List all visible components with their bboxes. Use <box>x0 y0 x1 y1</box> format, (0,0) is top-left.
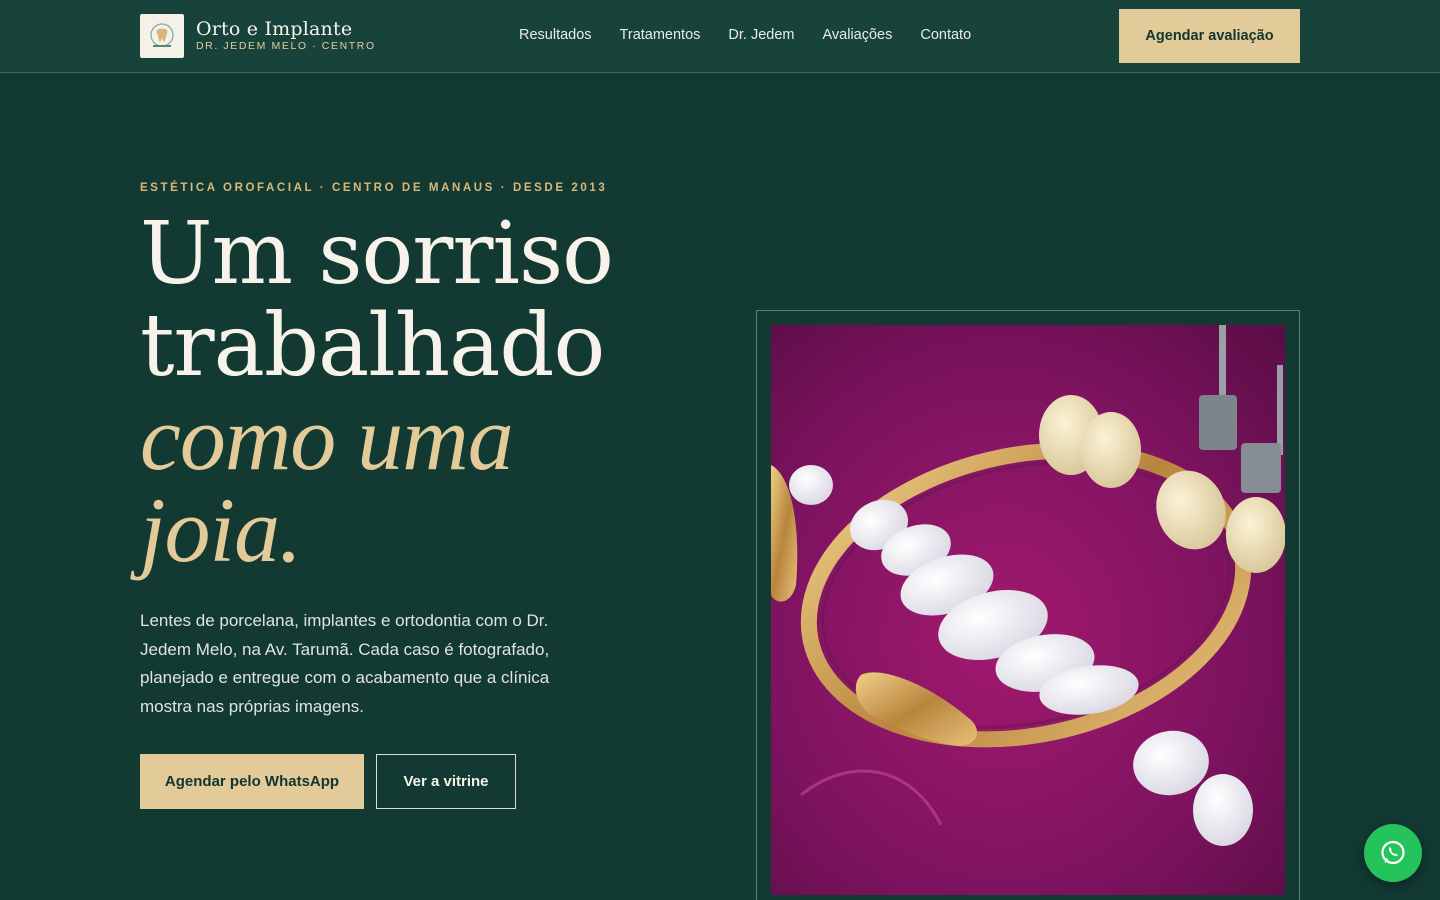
view-showcase-button[interactable]: Ver a vitrine <box>376 754 516 809</box>
main-nav: Resultados Tratamentos Dr. Jedem Avaliaç… <box>519 27 999 43</box>
nav-link-tratamentos[interactable]: Tratamentos <box>620 27 701 43</box>
tooth-logo-icon <box>140 14 184 58</box>
hero-lead: Lentes de porcelana, implantes e ortodon… <box>140 611 550 716</box>
nav-link-avaliacoes[interactable]: Avaliações <box>823 27 893 43</box>
hero-headline: Um sorriso trabalhado como uma joia. <box>140 208 700 576</box>
whatsapp-schedule-button[interactable]: Agendar pelo WhatsApp <box>140 754 364 809</box>
nav-link-resultados[interactable]: Resultados <box>519 27 592 43</box>
hero-eyebrow: ESTÉTICA OROFACIAL · CENTRO DE MANAUS · … <box>140 182 608 194</box>
headline-line-3: como uma <box>140 387 514 489</box>
brand-subtitle: DR. JEDEM MELO · CENTRO <box>196 40 376 53</box>
hero-image <box>771 325 1285 895</box>
whatsapp-float-button[interactable] <box>1364 824 1422 882</box>
whatsapp-icon <box>1381 840 1405 865</box>
nav-link-contato[interactable]: Contato <box>920 27 971 43</box>
site-header: Orto e Implante DR. JEDEM MELO · CENTRO … <box>0 0 1440 73</box>
brand-name: Orto e Implante <box>196 18 353 41</box>
brand[interactable]: Orto e Implante DR. JEDEM MELO · CENTRO <box>140 14 376 58</box>
nav-link-dr-jedem[interactable]: Dr. Jedem <box>728 27 794 43</box>
headline-line-4: joia. <box>140 479 302 581</box>
headline-line-1: Um sorriso <box>140 204 614 304</box>
headline-line-2: trabalhado <box>140 296 605 396</box>
schedule-evaluation-button[interactable]: Agendar avaliação <box>1119 9 1300 63</box>
